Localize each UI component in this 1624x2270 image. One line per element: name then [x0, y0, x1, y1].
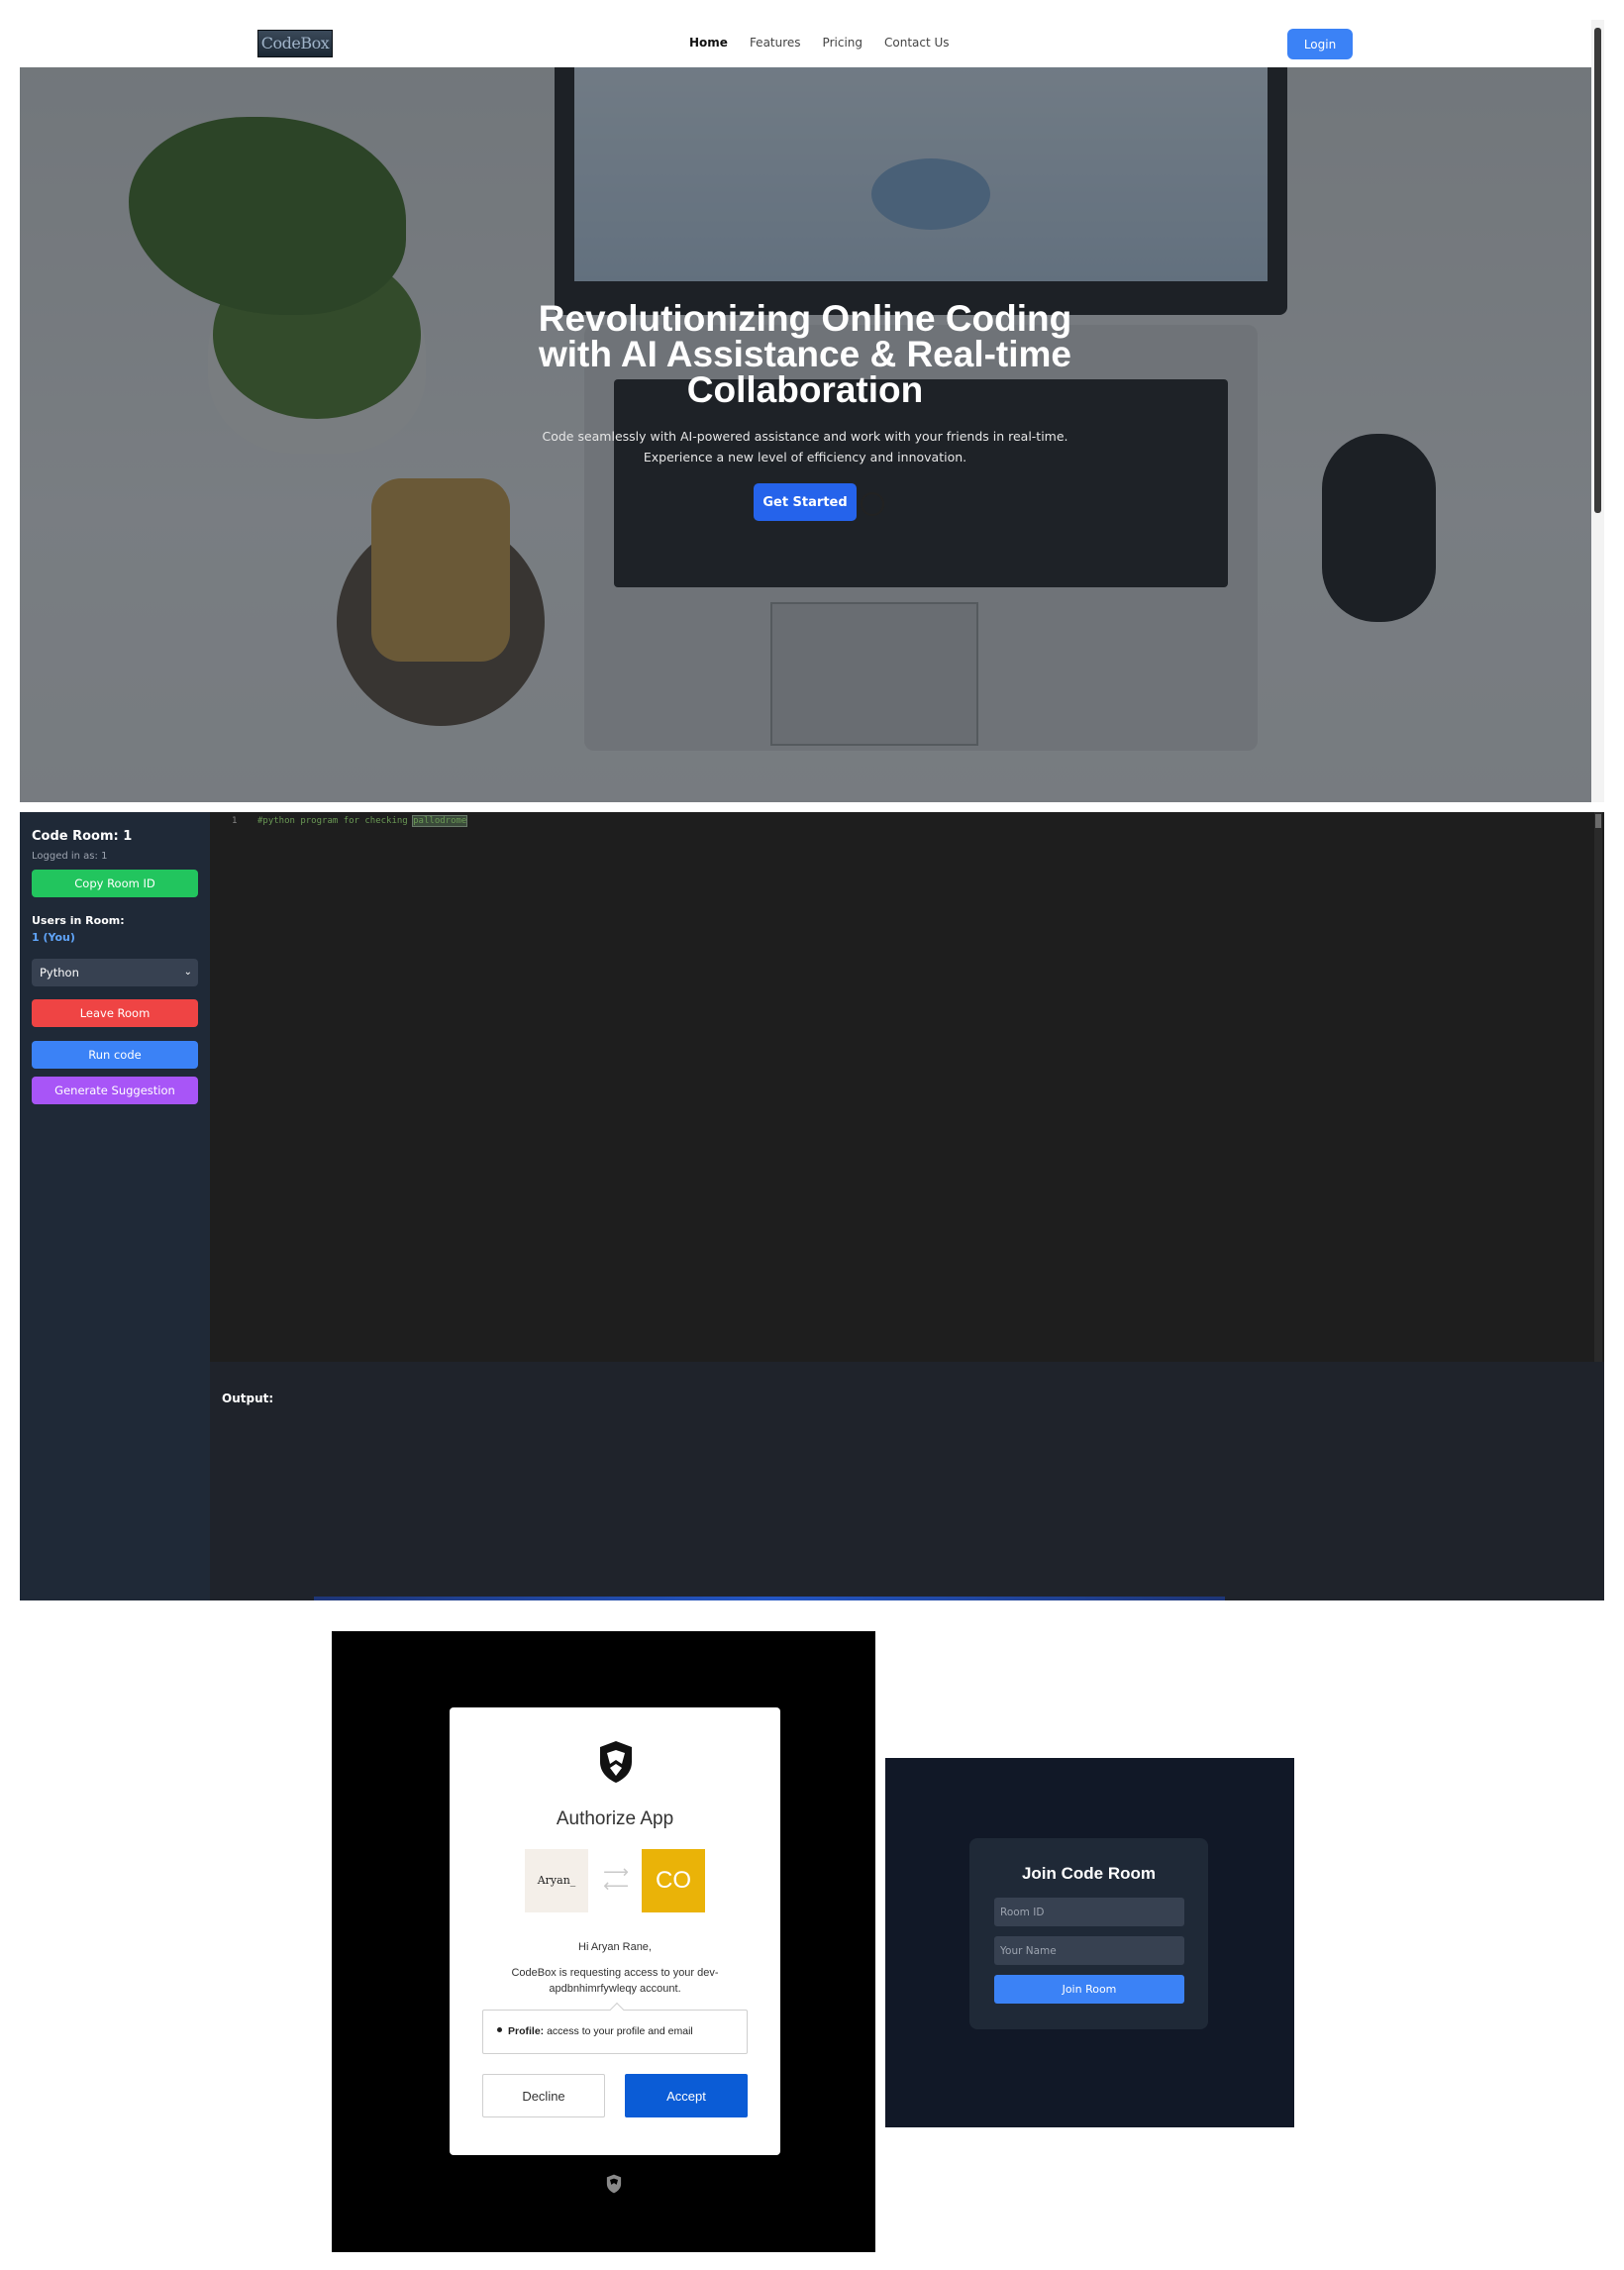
page-scrollbar[interactable] — [1591, 20, 1604, 802]
editor-scrollbar-thumb[interactable] — [1595, 814, 1601, 828]
code-line[interactable]: #python program for checking pallodrome — [257, 815, 468, 827]
run-code-button[interactable]: Run code — [32, 1041, 198, 1069]
chevron-down-icon: ⌄ — [183, 967, 192, 978]
cursor-ring-icon — [861, 492, 884, 516]
code-room: Code Room: 1 Logged in as: 1 Copy Room I… — [20, 812, 1604, 1600]
logo[interactable]: CodeBox — [257, 30, 333, 57]
hero-subtitle: Code seamlessly with AI-powered assistan… — [542, 429, 1068, 464]
generate-suggestion-button[interactable]: Generate Suggestion — [32, 1077, 198, 1104]
nav-link-pricing[interactable]: Pricing — [823, 36, 863, 50]
authorize-request-text: CodeBox is requesting access to your dev… — [511, 1967, 719, 1995]
login-button[interactable]: Login — [1287, 29, 1353, 59]
scope-list: Profile: access to your profile and emai… — [482, 2002, 748, 2054]
codebox-app-tile: CO — [642, 1849, 705, 1912]
bullet-icon — [497, 2027, 502, 2032]
scope-description: access to your profile and email — [547, 2025, 693, 2037]
room-id-input[interactable] — [994, 1898, 1184, 1926]
output-panel: Output: — [210, 1362, 1604, 1600]
nav-link-features[interactable]: Features — [750, 36, 801, 50]
users-label: Users in Room: — [32, 914, 125, 927]
code-comment: #python program for checking — [257, 816, 414, 826]
join-room-panel: Join Code Room Join Room — [885, 1758, 1294, 2127]
decline-button[interactable]: Decline — [482, 2074, 605, 2117]
landing-page: CodeBox Home Features Pricing Contact Us… — [20, 20, 1604, 802]
line-number: 1 — [232, 816, 238, 826]
room-title: Code Room: 1 — [32, 829, 133, 844]
hero-title: Revolutionizing Online Coding with AI As… — [538, 298, 1072, 410]
room-sidebar: Code Room: 1 Logged in as: 1 Copy Room I… — [20, 812, 210, 1600]
users-list: 1 (You) — [32, 931, 75, 944]
code-selection: pallodrome — [412, 815, 468, 827]
nav-link-home[interactable]: Home — [689, 36, 728, 50]
swap-arrows-icon: ⟶ ⟵ — [603, 1862, 629, 1897]
scrollbar-thumb[interactable] — [1594, 28, 1601, 513]
authorize-greeting: Hi Aryan Rane, — [578, 1941, 652, 1953]
language-select[interactable]: Python ⌄ — [32, 959, 198, 986]
nav-link-contact[interactable]: Contact Us — [884, 36, 950, 50]
nav-links: Home Features Pricing Contact Us — [689, 36, 950, 50]
scope-name: Profile: — [508, 2025, 545, 2037]
join-room-title: Join Code Room — [1021, 1864, 1157, 1883]
join-room-button[interactable]: Join Room — [994, 1975, 1184, 2004]
hero-section: Revolutionizing Online Coding with AI As… — [20, 67, 1591, 802]
authorize-title: Authorize App — [556, 1808, 674, 1829]
authorize-dialog: Authorize App Aryan_ ⟶ ⟵ CO Hi Aryan Rane… — [450, 1707, 780, 2155]
footer-shield-icon — [606, 2174, 622, 2194]
output-bottom-strip — [314, 1597, 1225, 1600]
output-label: Output: — [222, 1392, 274, 1405]
leave-room-button[interactable]: Leave Room — [32, 999, 198, 1027]
scope-notch — [609, 2002, 625, 2017]
editor-scrollbar[interactable] — [1594, 812, 1602, 1362]
logged-in-text: Logged in as: 1 — [32, 851, 108, 862]
navbar: CodeBox Home Features Pricing Contact Us… — [20, 20, 1604, 67]
get-started-button[interactable]: Get Started — [754, 483, 857, 521]
copy-room-id-button[interactable]: Copy Room ID — [32, 870, 198, 897]
join-room-card: Join Code Room Join Room — [969, 1838, 1208, 2029]
code-editor[interactable]: 1 #python program for checking pallodrom… — [210, 812, 1604, 1362]
name-input[interactable] — [994, 1936, 1184, 1965]
accept-button[interactable]: Accept — [625, 2074, 748, 2117]
shield-icon — [600, 1741, 632, 1783]
language-select-value: Python — [40, 966, 79, 980]
user-app-tile: Aryan_ — [525, 1849, 588, 1912]
authorize-backdrop: Authorize App Aryan_ ⟶ ⟵ CO Hi Aryan Rane… — [332, 1631, 875, 2252]
